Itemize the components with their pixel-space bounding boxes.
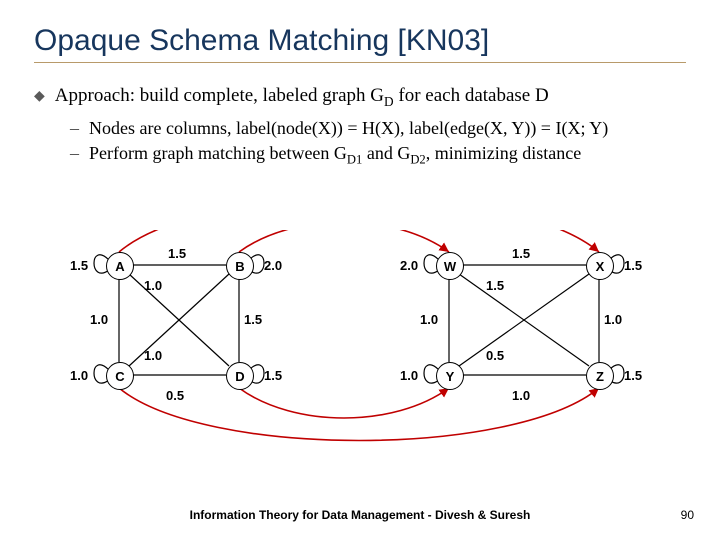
bullet-sub-2-text: Perform graph matching between GD1 and G… xyxy=(89,143,581,168)
label-edge-bc: 1.0 xyxy=(144,348,162,363)
node-b: B xyxy=(226,252,254,280)
label-edge-ad: 1.0 xyxy=(144,278,162,293)
label-edge-bd: 1.5 xyxy=(244,312,262,327)
title-underline xyxy=(34,62,686,63)
slide-title: Opaque Schema Matching [KN03] xyxy=(0,0,720,62)
dash-icon: – xyxy=(70,143,79,164)
node-z: Z xyxy=(586,362,614,390)
bullet-sub-1-text: Nodes are columns, label(node(X)) = H(X)… xyxy=(89,118,608,139)
dash-icon: – xyxy=(70,118,79,139)
label-loop-c: 1.0 xyxy=(70,368,88,383)
label-edge-cd: 0.5 xyxy=(166,388,184,403)
bullet-main-text: Approach: build complete, labeled graph … xyxy=(55,85,549,110)
node-c: C xyxy=(106,362,134,390)
label-loop-b: 2.0 xyxy=(264,258,282,273)
label-loop-a: 1.5 xyxy=(70,258,88,273)
label-edge-wy: 1.0 xyxy=(420,312,438,327)
page-number: 90 xyxy=(681,508,694,522)
node-a: A xyxy=(106,252,134,280)
label-edge-ac: 1.0 xyxy=(90,312,108,327)
node-y: Y xyxy=(436,362,464,390)
label-loop-y: 1.0 xyxy=(400,368,418,383)
diamond-icon: ◆ xyxy=(34,90,45,104)
label-loop-d: 1.5 xyxy=(264,368,282,383)
label-edge-wz: 1.5 xyxy=(486,278,504,293)
label-loop-w: 2.0 xyxy=(400,258,418,273)
footer-text: Information Theory for Data Management -… xyxy=(0,508,720,522)
label-loop-z: 1.5 xyxy=(624,368,642,383)
bullet-sub-1: – Nodes are columns, label(node(X)) = H(… xyxy=(0,116,720,141)
label-edge-xy: 0.5 xyxy=(486,348,504,363)
label-edge-wx: 1.5 xyxy=(512,246,530,261)
node-x: X xyxy=(586,252,614,280)
label-edge-yz: 1.0 xyxy=(512,388,530,403)
node-d: D xyxy=(226,362,254,390)
bullet-sub-2: – Perform graph matching between GD1 and… xyxy=(0,141,720,170)
diagram: A B C D W X Y Z 1.5 1.5 2.0 1.0 1.0 1.5 … xyxy=(34,230,684,450)
bullet-main: ◆ Approach: build complete, labeled grap… xyxy=(0,81,720,116)
label-edge-xz: 1.0 xyxy=(604,312,622,327)
label-edge-ab: 1.5 xyxy=(168,246,186,261)
node-w: W xyxy=(436,252,464,280)
label-loop-x: 1.5 xyxy=(624,258,642,273)
